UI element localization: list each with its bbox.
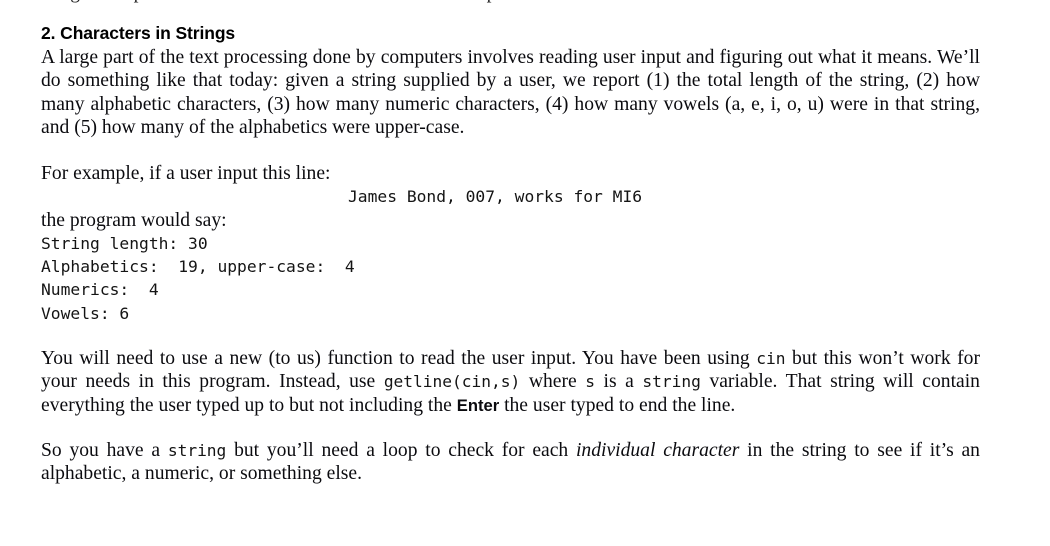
loop-text-1: So you have a — [41, 440, 168, 462]
getline-text-3: where — [520, 371, 586, 393]
getline-text-4: is a — [594, 371, 643, 393]
clipped-previous-line: assignment preamble text continues above… — [41, 0, 980, 3]
getline-text-1: You will need to use a new (to us) funct… — [41, 347, 757, 369]
document-content: 2. Characters in Strings A large part of… — [41, 22, 980, 486]
output-line-vowels: Vowels: 6 — [41, 303, 130, 323]
inline-code-string-2: string — [167, 441, 227, 461]
loop-text-2: but you’ll need a loop to check for each — [226, 440, 576, 462]
loop-paragraph: So you have a string but you’ll need a l… — [41, 439, 980, 486]
getline-text-6: the user typed to end the line. — [499, 394, 736, 416]
example-input-line: James Bond, 007, works for MI6 — [348, 187, 643, 207]
inline-code-getline: getline(cin,s) — [383, 372, 521, 392]
inline-code-cin: cin — [756, 348, 786, 368]
example-lead-in: For example, if a user input this line: — [41, 162, 331, 184]
intro-paragraph: A large part of the text processing done… — [41, 47, 980, 139]
inline-code-s: s — [585, 372, 595, 392]
emphasis-individual-character: individual character — [575, 440, 740, 462]
getline-paragraph: You will need to use a new (to us) funct… — [41, 347, 980, 417]
output-line-numerics: Numerics: 4 — [41, 280, 159, 300]
example-output-lead-in: the program would say: — [41, 209, 227, 231]
output-line-string-length: String length: 30 — [41, 234, 208, 254]
section-heading: 2. Characters in Strings — [41, 23, 236, 43]
inline-code-string: string — [642, 372, 701, 392]
keyboard-key-enter: Enter — [456, 395, 500, 415]
output-line-alphabetics: Alphabetics: 19, upper-case: 4 — [41, 257, 355, 277]
document-page: assignment preamble text continues above… — [0, 0, 1050, 546]
